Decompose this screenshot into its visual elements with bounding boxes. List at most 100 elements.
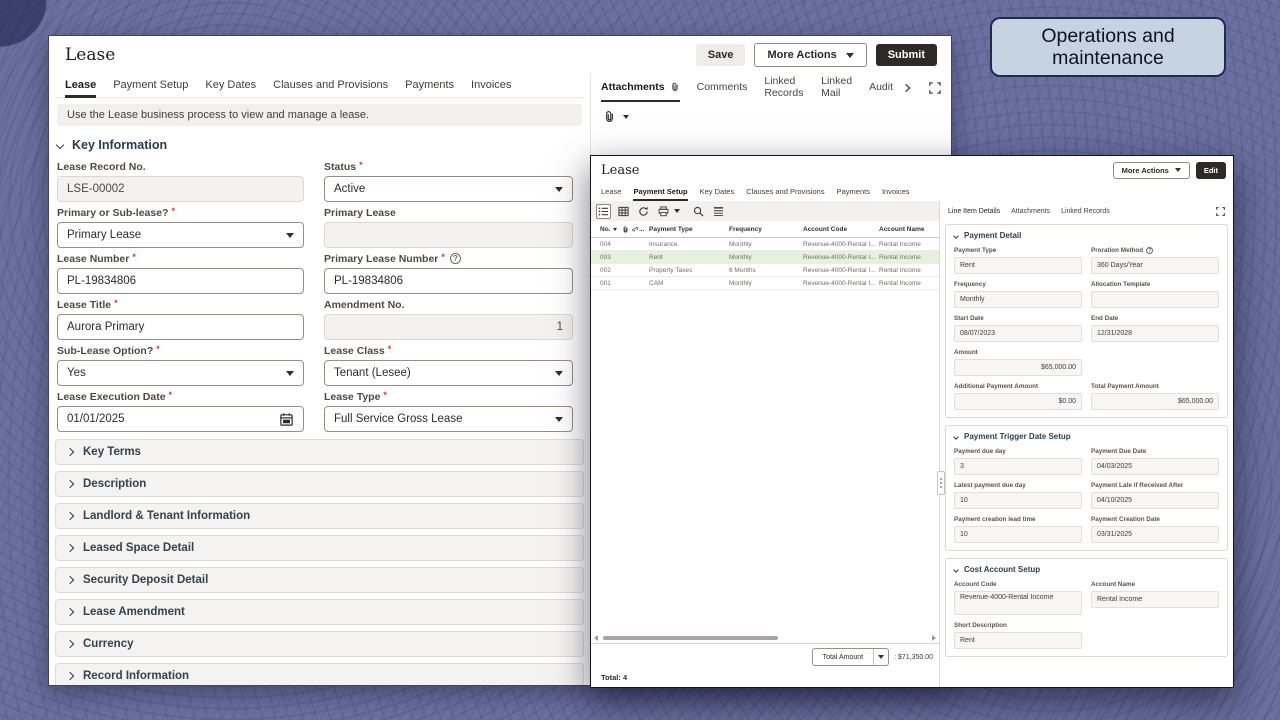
help-icon[interactable] bbox=[1146, 247, 1153, 254]
primary-lease-number-input[interactable]: PL-19834806 bbox=[324, 268, 573, 294]
popup-tab-payments[interactable]: Payments bbox=[837, 184, 870, 201]
chevron-right-icon bbox=[66, 608, 74, 616]
payment-trigger-card: Payment Trigger Date Setup Payment due d… bbox=[945, 425, 1228, 551]
field-status: Status Active bbox=[324, 160, 573, 202]
tab-audit[interactable]: Audit bbox=[869, 74, 893, 102]
column-attachment[interactable] bbox=[619, 226, 632, 233]
section-security-deposit[interactable]: Security Deposit Detail bbox=[55, 567, 584, 593]
column-account-code[interactable]: Account Code bbox=[803, 226, 879, 233]
payment-creation-lead-time-field: 10 bbox=[954, 526, 1082, 543]
total-amount-select[interactable]: Total Amount bbox=[812, 648, 889, 666]
expand-icon[interactable] bbox=[929, 82, 947, 94]
lease-number-input[interactable]: PL-19834806 bbox=[57, 268, 304, 294]
section-currency[interactable]: Currency bbox=[55, 631, 584, 657]
tab-lease[interactable]: Lease bbox=[65, 74, 96, 98]
edit-button[interactable]: Edit bbox=[1196, 162, 1226, 179]
chevron-down-icon bbox=[846, 53, 854, 58]
tab-invoices[interactable]: Invoices bbox=[471, 74, 511, 98]
scrollbar-thumb[interactable] bbox=[603, 636, 778, 640]
tab-linked-records[interactable]: Linked Records bbox=[1061, 208, 1110, 215]
horizontal-scrollbar[interactable] bbox=[591, 632, 939, 643]
list-view-icon[interactable] bbox=[596, 204, 611, 219]
chevron-right-icon bbox=[66, 512, 74, 520]
payment-due-day-field: 3 bbox=[954, 458, 1082, 475]
popup-tab-lease[interactable]: Lease bbox=[601, 184, 621, 201]
help-icon[interactable] bbox=[450, 253, 461, 264]
tab-clauses-provisions[interactable]: Clauses and Provisions bbox=[273, 74, 388, 98]
lease-form-pane: Lease Payment Setup Key Dates Clauses an… bbox=[49, 74, 591, 686]
tab-attachments[interactable]: Attachments bbox=[601, 74, 680, 102]
column-payment-type[interactable]: Payment Type bbox=[649, 226, 729, 233]
refresh-icon[interactable] bbox=[636, 204, 651, 219]
section-record-information[interactable]: Record Information bbox=[55, 663, 584, 686]
chevron-right-icon bbox=[66, 640, 74, 648]
primary-or-sublease-select[interactable]: Primary Lease bbox=[57, 222, 304, 248]
lease-execution-date-input[interactable]: 01/01/2025 bbox=[57, 406, 304, 432]
list-toolbar bbox=[591, 201, 939, 221]
payment-trigger-header[interactable]: Payment Trigger Date Setup bbox=[954, 432, 1219, 441]
collapsed-sections: Key Terms Description Landlord & Tenant … bbox=[55, 439, 584, 686]
grid-view-icon[interactable] bbox=[616, 204, 631, 219]
tab-linked-records[interactable]: Linked Records bbox=[764, 74, 804, 102]
expand-icon[interactable] bbox=[1216, 207, 1225, 216]
sublease-option-select[interactable]: Yes bbox=[57, 360, 304, 386]
section-description[interactable]: Description bbox=[55, 471, 584, 497]
section-key-terms[interactable]: Key Terms bbox=[55, 439, 584, 465]
tab-linked-mail[interactable]: Linked Mail bbox=[821, 74, 852, 102]
section-lease-amendment[interactable]: Lease Amendment bbox=[55, 599, 584, 625]
table-row-selected[interactable]: 003 Rent Monthly Revenue-4000-Rental I..… bbox=[591, 251, 939, 264]
more-actions-button[interactable]: More Actions bbox=[754, 43, 866, 67]
tab-attachments[interactable]: Attachments bbox=[1011, 208, 1050, 215]
table-row[interactable]: 001 CAM Monthly Revenue-4000-Rental I...… bbox=[591, 277, 939, 290]
end-date-field: 12/31/2028 bbox=[1091, 325, 1219, 342]
column-account-name[interactable]: Account Name bbox=[879, 226, 939, 233]
tab-payment-setup[interactable]: Payment Setup bbox=[113, 74, 188, 98]
status-select[interactable]: Active bbox=[324, 176, 573, 202]
pane-resize-handle[interactable] bbox=[937, 471, 945, 495]
field-label: Primary or Sub-lease? bbox=[57, 206, 175, 219]
field-label: Lease Number bbox=[57, 252, 136, 265]
row-count: Total: 4 bbox=[591, 670, 939, 688]
chevron-down-icon bbox=[286, 233, 294, 238]
key-information-header[interactable]: Key Information bbox=[55, 126, 584, 160]
payment-detail-header[interactable]: Payment Detail bbox=[954, 231, 1219, 240]
section-leased-space[interactable]: Leased Space Detail bbox=[55, 535, 584, 561]
tab-key-dates[interactable]: Key Dates bbox=[205, 74, 256, 98]
lease-class-select[interactable]: Tenant (Lesee) bbox=[324, 360, 573, 386]
lease-title-input[interactable]: Aurora Primary bbox=[57, 314, 304, 340]
cost-account-header[interactable]: Cost Account Setup bbox=[954, 565, 1219, 574]
tab-overflow-chevron-icon[interactable] bbox=[904, 83, 912, 93]
tab-payments[interactable]: Payments bbox=[405, 74, 454, 98]
chevron-right-icon bbox=[66, 448, 74, 456]
popup-tab-key-dates[interactable]: Key Dates bbox=[700, 184, 735, 201]
calendar-icon[interactable] bbox=[279, 412, 294, 427]
lease-type-select[interactable]: Full Service Gross Lease bbox=[324, 406, 573, 432]
section-landlord-tenant[interactable]: Landlord & Tenant Information bbox=[55, 503, 584, 529]
scroll-left-icon[interactable] bbox=[594, 635, 598, 641]
primary-lease-input bbox=[324, 222, 573, 248]
print-icon[interactable] bbox=[656, 204, 671, 219]
attach-file-button[interactable] bbox=[603, 110, 616, 123]
popup-tab-payment-setup[interactable]: Payment Setup bbox=[633, 184, 687, 201]
filter-columns-icon[interactable] bbox=[711, 204, 726, 219]
save-button[interactable]: Save bbox=[696, 44, 746, 66]
field-sublease-option: Sub-Lease Option? Yes bbox=[57, 344, 304, 386]
table-row[interactable]: 004 Insurance Monthly Revenue-4000-Renta… bbox=[591, 238, 939, 251]
submit-button[interactable]: Submit bbox=[876, 44, 937, 66]
column-no[interactable]: No. bbox=[591, 226, 619, 233]
popup-tab-invoices[interactable]: Invoices bbox=[882, 184, 910, 201]
scroll-right-icon[interactable] bbox=[932, 635, 936, 641]
popup-tab-clauses-provisions[interactable]: Clauses and Provisions bbox=[746, 184, 824, 201]
column-frequency[interactable]: Frequency bbox=[729, 226, 803, 233]
chevron-down-icon[interactable] bbox=[674, 209, 680, 213]
field-amendment-no: Amendment No. 1 bbox=[324, 298, 573, 340]
paperclip-icon bbox=[670, 82, 680, 92]
table-row[interactable]: 002 Property Taxes 6 Months Revenue-4000… bbox=[591, 264, 939, 277]
chevron-down-icon bbox=[555, 417, 563, 422]
popup-more-actions-button[interactable]: More Actions bbox=[1113, 162, 1190, 179]
column-link[interactable]: ... bbox=[632, 226, 649, 233]
chevron-down-icon[interactable] bbox=[623, 115, 629, 119]
tab-comments[interactable]: Comments bbox=[697, 74, 748, 102]
search-icon[interactable] bbox=[691, 204, 706, 219]
tab-line-item-details[interactable]: Line Item Details bbox=[948, 208, 1000, 215]
